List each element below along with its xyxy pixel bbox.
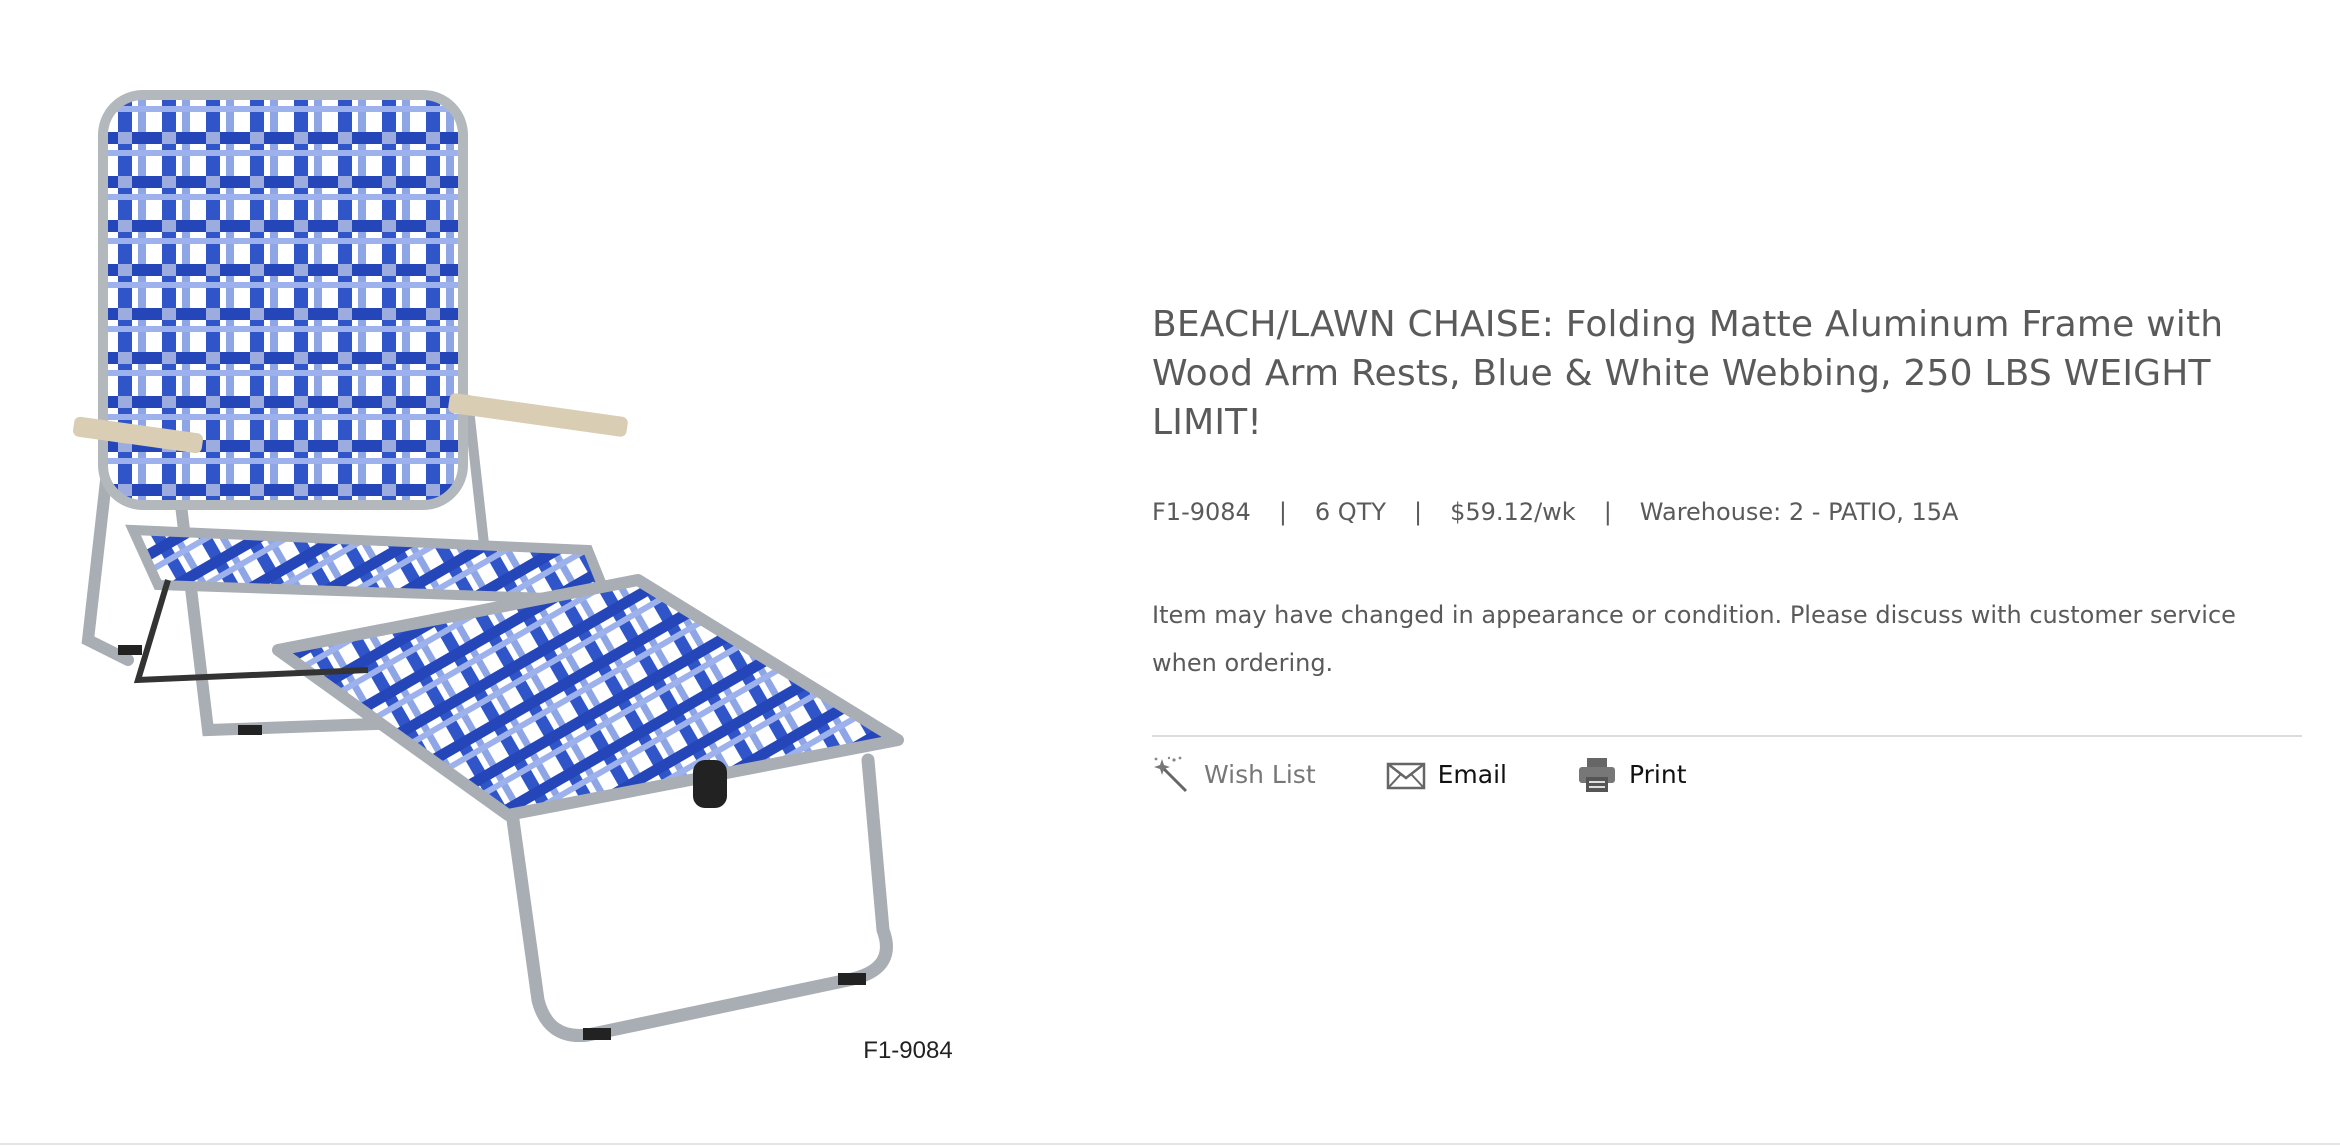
image-sku-label: F1-9084 xyxy=(863,1037,952,1064)
product-meta-row: F1-9084 | 6 QTY | $59.12/wk | Warehouse:… xyxy=(1152,497,2302,527)
product-title: BEACH/LAWN CHAISE: Folding Matte Aluminu… xyxy=(1152,304,2224,443)
qty-text: 6 QTY xyxy=(1314,498,1387,526)
wishlist-button[interactable]: Wish List xyxy=(1152,755,1316,795)
email-button[interactable]: Email xyxy=(1386,755,1507,795)
meta-separator: | xyxy=(1603,498,1612,526)
magic-wand-icon xyxy=(1152,755,1192,795)
print-button[interactable]: Print xyxy=(1577,755,1687,795)
meta-separator: | xyxy=(1278,498,1287,526)
footer-divider xyxy=(0,1143,2340,1145)
divider xyxy=(1152,735,2302,737)
meta-separator: | xyxy=(1414,498,1423,526)
product-info: BEACH/LAWN CHAISE: Folding Matte Aluminu… xyxy=(1152,300,2302,795)
product-actions: Wish List Email Print xyxy=(1152,755,2302,795)
warehouse-text: Warehouse: 2 - PATIO, 15A xyxy=(1639,498,1959,526)
sku-text: F1-9084 xyxy=(1152,498,1251,526)
product-image[interactable]: F1-9084 xyxy=(68,80,1028,1080)
envelope-icon xyxy=(1386,755,1426,795)
print-label: Print xyxy=(1629,760,1687,789)
printer-icon xyxy=(1577,755,1617,795)
wishlist-label: Wish List xyxy=(1204,760,1316,789)
price-text: $59.12/wk xyxy=(1450,498,1576,526)
email-label: Email xyxy=(1437,760,1508,789)
condition-notice: Item may have changed in appearance or c… xyxy=(1152,601,2236,677)
